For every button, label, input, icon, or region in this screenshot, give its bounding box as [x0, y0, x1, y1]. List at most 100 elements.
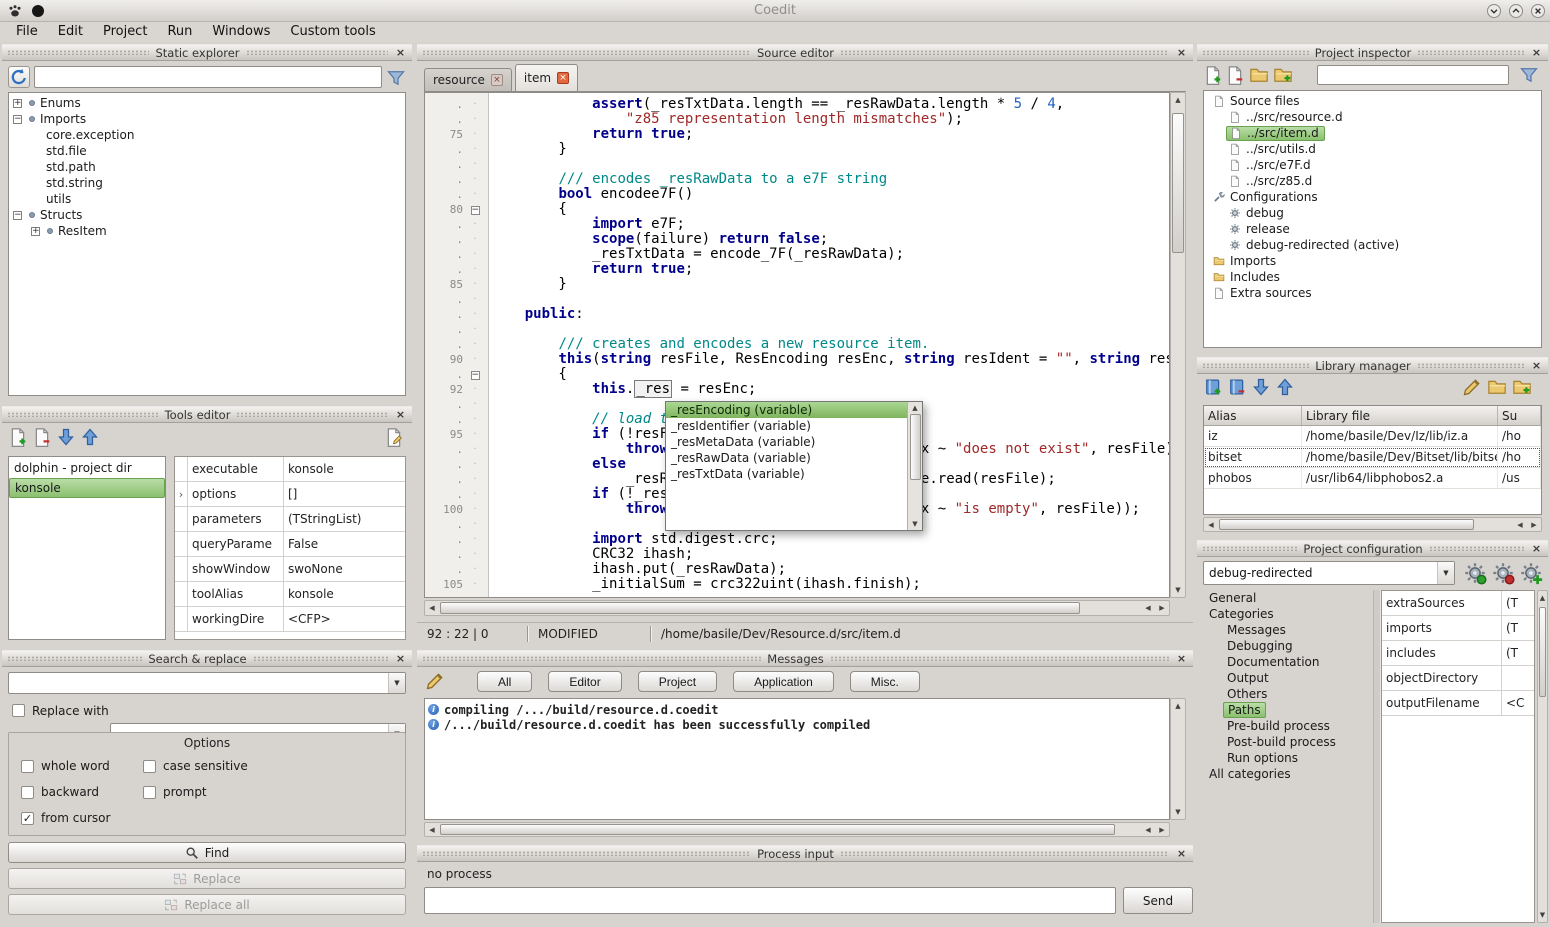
completion-item-resrawdata-variable[interactable]: _resRawData (variable)	[666, 450, 907, 466]
library-row-iz[interactable]: iz/home/basile/Dev/Iz/lib/iz.a/ho	[1204, 426, 1541, 447]
config-property-outputfilename[interactable]: outputFilename<C	[1382, 691, 1534, 716]
scrollbar-thumb[interactable]	[1539, 607, 1546, 697]
remove-source-button[interactable]	[1225, 65, 1245, 85]
collapse-toggle-icon[interactable]: −	[13, 211, 22, 220]
inspector-item-src-utils-d[interactable]: ../src/utils.d	[1204, 141, 1541, 157]
menu-project[interactable]: Project	[93, 22, 157, 42]
property-row-options[interactable]: ›options[]	[175, 482, 405, 507]
clear-messages-button[interactable]	[425, 671, 445, 691]
property-row-toolalias[interactable]: toolAliaskonsole	[175, 582, 405, 607]
option-backward[interactable]: backward	[21, 785, 143, 799]
property-value[interactable]: False	[284, 532, 405, 556]
category-output[interactable]: Output	[1199, 670, 1373, 686]
option-whole-word[interactable]: whole word	[21, 759, 143, 773]
category-categories[interactable]: Categories	[1199, 606, 1373, 622]
scroll-left-icon[interactable]: ◀	[1141, 601, 1155, 615]
category-general[interactable]: General	[1199, 590, 1373, 606]
code-line[interactable]	[491, 322, 1169, 337]
menu-edit[interactable]: Edit	[48, 22, 93, 42]
property-value[interactable]: <CFP>	[284, 607, 405, 631]
property-value[interactable]: []	[284, 482, 405, 506]
remove-configuration-button[interactable]	[1491, 561, 1515, 585]
tree-item-enums[interactable]: +Enums	[9, 95, 405, 111]
splitter-handle[interactable]	[1373, 590, 1381, 923]
close-icon[interactable]: ×	[1530, 359, 1543, 372]
scrollbar-thumb[interactable]	[1172, 113, 1184, 253]
replace-all-button[interactable]: Replace all	[8, 894, 406, 915]
property-value[interactable]: (T	[1502, 591, 1534, 615]
chevron-down-icon[interactable]: ▼	[1437, 562, 1454, 584]
scrollbar-thumb[interactable]	[440, 824, 1115, 835]
configuration-combobox[interactable]: debug-redirected ▼	[1203, 561, 1455, 585]
inspector-item-src-e7f-d[interactable]: ../src/e7F.d	[1204, 157, 1541, 173]
code-line[interactable]: {	[491, 367, 1169, 382]
inspector-item-includes[interactable]: Includes	[1204, 269, 1541, 285]
close-icon[interactable]: ×	[1175, 652, 1188, 665]
remove-library-button[interactable]	[1227, 377, 1247, 397]
code-line[interactable]: }	[491, 142, 1169, 157]
find-button[interactable]: Find	[8, 842, 406, 863]
filter-icon[interactable]	[1519, 65, 1539, 85]
inspector-item-debug[interactable]: debug	[1204, 205, 1541, 221]
property-row-showwindow[interactable]: showWindowswoNone	[175, 557, 405, 582]
tree-item-core-exception[interactable]: core.exception	[9, 127, 405, 143]
tree-item-resitem[interactable]: +ResItem	[9, 223, 405, 239]
scroll-down-icon[interactable]: ▼	[1171, 805, 1185, 819]
scrollbar-thumb[interactable]	[440, 602, 1080, 614]
code-line[interactable]: return true;	[491, 127, 1169, 142]
library-folder-button[interactable]	[1512, 377, 1532, 397]
code-line[interactable]: ihash.put(_resRawData);	[491, 562, 1169, 577]
symbol-filter-input[interactable]	[34, 66, 382, 88]
replace-button[interactable]: Replace	[8, 868, 406, 889]
code-line[interactable]: bool encodee7F()	[491, 187, 1169, 202]
tab-close-icon[interactable]: ×	[557, 72, 569, 84]
option-case-sensitive[interactable]: case sensitive	[143, 759, 393, 773]
process-input-field[interactable]	[424, 887, 1116, 914]
property-value[interactable]: (T	[1502, 641, 1534, 665]
close-icon[interactable]: ×	[394, 408, 407, 421]
chevron-down-icon[interactable]: ▼	[388, 673, 405, 693]
tab-item[interactable]: item×	[515, 64, 578, 91]
add-configuration-button[interactable]	[1519, 561, 1543, 585]
completion-item-resencoding-variable[interactable]: _resEncoding (variable)	[666, 402, 907, 418]
code-line[interactable]: "z85 representation length mismatches");	[491, 112, 1169, 127]
category-pre-build-process[interactable]: Pre-build process	[1199, 718, 1373, 734]
completion-item-residentifier-variable[interactable]: _resIdentifier (variable)	[666, 418, 907, 434]
move-down-button[interactable]	[56, 427, 76, 447]
editor-vscrollbar[interactable]: ▲ ▼	[1170, 92, 1186, 598]
message-row[interactable]: i/.../build/resource.d.coedit has been s…	[425, 717, 1169, 732]
fold-collapse-icon[interactable]: −	[471, 371, 480, 380]
scroll-up-icon[interactable]: ▲	[908, 402, 922, 414]
fold-collapse-icon[interactable]: −	[471, 206, 480, 215]
close-icon[interactable]: ×	[1530, 46, 1543, 59]
category-debugging[interactable]: Debugging	[1199, 638, 1373, 654]
category-documentation[interactable]: Documentation	[1199, 654, 1373, 670]
code-line[interactable]: return true;	[491, 262, 1169, 277]
code-editor[interactable]: .·.·75·.·.·.·.·80−.·.·.·.·85·.·.·.·.·90·…	[424, 92, 1170, 598]
option-from-cursor[interactable]: ✓from cursor	[21, 811, 143, 825]
add-source-button[interactable]	[1203, 65, 1223, 85]
code-line[interactable]: {	[491, 202, 1169, 217]
filter-button-application[interactable]: Application	[733, 671, 834, 692]
code-line[interactable]: assert(_resTxtData.length == _resRawData…	[491, 97, 1169, 112]
scrollbar-thumb[interactable]	[1219, 519, 1474, 530]
inspector-filter-input[interactable]	[1317, 65, 1509, 85]
config-property-imports[interactable]: imports(T	[1382, 616, 1534, 641]
scroll-right-icon[interactable]: ▶	[1155, 601, 1169, 615]
completion-item-resmetadata-variable[interactable]: _resMetaData (variable)	[666, 434, 907, 450]
inspector-item-imports[interactable]: Imports	[1204, 253, 1541, 269]
message-row[interactable]: icompiling /.../build/resource.d.coedit	[425, 702, 1169, 717]
scroll-left-icon[interactable]: ◀	[1204, 518, 1218, 532]
menu-run[interactable]: Run	[157, 22, 202, 42]
code-line[interactable]: this(string resFile, ResEncoding resEnc,…	[491, 352, 1169, 367]
scrollbar-thumb[interactable]	[910, 414, 921, 480]
close-icon[interactable]: ×	[394, 652, 407, 665]
column-header-su[interactable]: Su	[1498, 406, 1541, 425]
code-line[interactable]	[491, 292, 1169, 307]
scroll-down-icon[interactable]: ▼	[1538, 908, 1547, 922]
code-line[interactable]: this._res = resEnc;	[491, 382, 1169, 397]
scroll-down-icon[interactable]: ▼	[908, 518, 922, 530]
tab-close-icon[interactable]: ×	[491, 74, 503, 86]
close-icon[interactable]: ×	[1175, 847, 1188, 860]
code-line[interactable]: scope(failure) return false;	[491, 232, 1169, 247]
